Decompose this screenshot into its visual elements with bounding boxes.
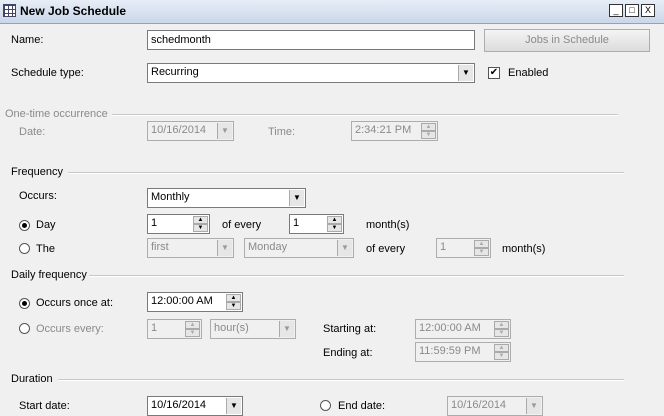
chevron-down-icon: ▼ xyxy=(337,240,352,256)
start-date-value: 10/16/2014 xyxy=(151,399,207,411)
chevron-down-icon: ▼ xyxy=(217,240,232,256)
chevron-down-icon: ▼ xyxy=(226,398,241,414)
the-months-value: 1 xyxy=(440,241,447,253)
occurs-once-label: Occurs once at: xyxy=(36,297,114,309)
one-time-divider xyxy=(112,114,618,116)
day-label: Day xyxy=(36,219,56,231)
spin-up-icon[interactable]: ▲ xyxy=(193,216,208,224)
spin-down-icon[interactable]: ▼ xyxy=(474,248,489,256)
the-label: The xyxy=(36,243,55,255)
chevron-down-icon: ▼ xyxy=(458,65,473,81)
the-of-every-label: of every xyxy=(366,243,406,255)
starting-at-value: 12:00:00 AM xyxy=(419,322,481,334)
spin-down-icon[interactable]: ▼ xyxy=(494,329,509,337)
calendar-grid-icon xyxy=(3,4,16,17)
name-label: Name: xyxy=(11,34,44,46)
occurs-once-radio[interactable] xyxy=(19,298,30,309)
end-date-label: End date: xyxy=(338,400,386,412)
occurs-every-radio[interactable] xyxy=(19,323,30,334)
day-value: 1 xyxy=(151,217,158,229)
spin-up-icon[interactable]: ▲ xyxy=(226,294,241,302)
spin-up-icon[interactable]: ▲ xyxy=(494,344,509,352)
spin-up-icon[interactable]: ▲ xyxy=(494,321,509,329)
occurs-every-label: Occurs every: xyxy=(36,323,104,335)
the-ordinal-select[interactable]: first ▼ xyxy=(147,238,234,258)
end-date-value: 10/16/2014 xyxy=(451,399,507,411)
enabled-checkbox[interactable]: ✔ xyxy=(488,67,500,79)
day-months-spinner[interactable]: 1 ▲ ▼ xyxy=(289,214,344,234)
end-date-radio[interactable] xyxy=(320,400,331,411)
of-every-label: of every xyxy=(222,219,262,231)
the-weekday-value: Monday xyxy=(248,241,288,253)
day-spinner[interactable]: 1 ▲ ▼ xyxy=(147,214,210,234)
frequency-divider xyxy=(68,172,624,174)
one-time-date-value: 10/16/2014 xyxy=(151,124,207,136)
the-ordinal-value: first xyxy=(151,241,169,253)
occurs-value: Monthly xyxy=(151,191,190,203)
occurs-every-value: 1 xyxy=(151,322,158,334)
name-field[interactable]: schedmonth xyxy=(147,30,475,50)
spin-down-icon[interactable]: ▼ xyxy=(193,224,208,232)
window-title: New Job Schedule xyxy=(20,4,127,18)
occurs-every-unit-select[interactable]: hour(s) ▼ xyxy=(210,319,296,339)
one-time-time-value: 2:34:21 PM xyxy=(355,124,412,136)
the-months-spinner[interactable]: 1 ▲ ▼ xyxy=(436,238,491,258)
start-date-label: Start date: xyxy=(19,400,70,412)
occurs-label: Occurs: xyxy=(19,190,57,202)
frequency-header: Frequency xyxy=(11,166,63,178)
day-months-value: 1 xyxy=(293,217,300,229)
spin-up-icon[interactable]: ▲ xyxy=(327,216,342,224)
maximize-button[interactable]: □ xyxy=(625,4,639,17)
ending-at-value: 11:59:59 PM xyxy=(419,345,481,357)
duration-header: Duration xyxy=(11,373,53,385)
minimize-button[interactable]: _ xyxy=(609,4,623,17)
start-date-picker[interactable]: 10/16/2014 ▼ xyxy=(147,396,243,416)
end-date-picker[interactable]: 10/16/2014 ▼ xyxy=(447,396,543,416)
close-button[interactable]: X xyxy=(641,4,655,17)
schedule-type-select[interactable]: Recurring ▼ xyxy=(147,63,475,83)
chevron-down-icon: ▼ xyxy=(526,398,541,414)
spin-down-icon[interactable]: ▼ xyxy=(226,302,241,310)
time-label: Time: xyxy=(268,126,296,138)
enabled-label: Enabled xyxy=(508,67,549,79)
spin-down-icon[interactable]: ▼ xyxy=(185,329,200,337)
one-time-header: One-time occurrence xyxy=(5,108,108,120)
ending-at-label: Ending at: xyxy=(323,347,373,359)
starting-at-label: Starting at: xyxy=(323,323,377,335)
daily-frequency-divider xyxy=(89,275,624,277)
day-radio[interactable] xyxy=(19,220,30,231)
duration-divider xyxy=(58,379,624,381)
schedule-type-label: Schedule type: xyxy=(11,67,84,79)
occurs-once-time-spinner[interactable]: 12:00:00 AM ▲ ▼ xyxy=(147,292,243,312)
chevron-down-icon: ▼ xyxy=(289,190,304,206)
occurs-every-spinner[interactable]: 1 ▲ ▼ xyxy=(147,319,202,339)
the-radio[interactable] xyxy=(19,243,30,254)
starting-at-spinner[interactable]: 12:00:00 AM ▲ ▼ xyxy=(415,319,511,339)
one-time-date-picker[interactable]: 10/16/2014 ▼ xyxy=(147,121,234,141)
spin-up-icon[interactable]: ▲ xyxy=(474,240,489,248)
occurs-every-unit-value: hour(s) xyxy=(214,322,249,334)
spin-down-icon[interactable]: ▼ xyxy=(327,224,342,232)
daily-frequency-header: Daily frequency xyxy=(11,269,87,281)
the-months-label: month(s) xyxy=(502,243,546,255)
spin-up-icon[interactable]: ▲ xyxy=(185,321,200,329)
the-weekday-select[interactable]: Monday ▼ xyxy=(244,238,354,258)
date-label: Date: xyxy=(19,126,46,138)
schedule-type-value: Recurring xyxy=(151,66,199,78)
occurs-select[interactable]: Monthly ▼ xyxy=(147,188,306,208)
spin-up-icon[interactable]: ▲ xyxy=(421,123,436,131)
occurs-once-time-value: 12:00:00 AM xyxy=(151,295,213,307)
chevron-down-icon: ▼ xyxy=(217,123,232,139)
ending-at-spinner[interactable]: 11:59:59 PM ▲ ▼ xyxy=(415,342,511,362)
jobs-in-schedule-button[interactable]: Jobs in Schedule xyxy=(484,29,650,52)
chevron-down-icon: ▼ xyxy=(279,321,294,337)
spin-down-icon[interactable]: ▼ xyxy=(494,352,509,360)
spin-down-icon[interactable]: ▼ xyxy=(421,131,436,139)
one-time-time-spinner[interactable]: 2:34:21 PM ▲ ▼ xyxy=(351,121,438,141)
months-label: month(s) xyxy=(366,219,410,231)
